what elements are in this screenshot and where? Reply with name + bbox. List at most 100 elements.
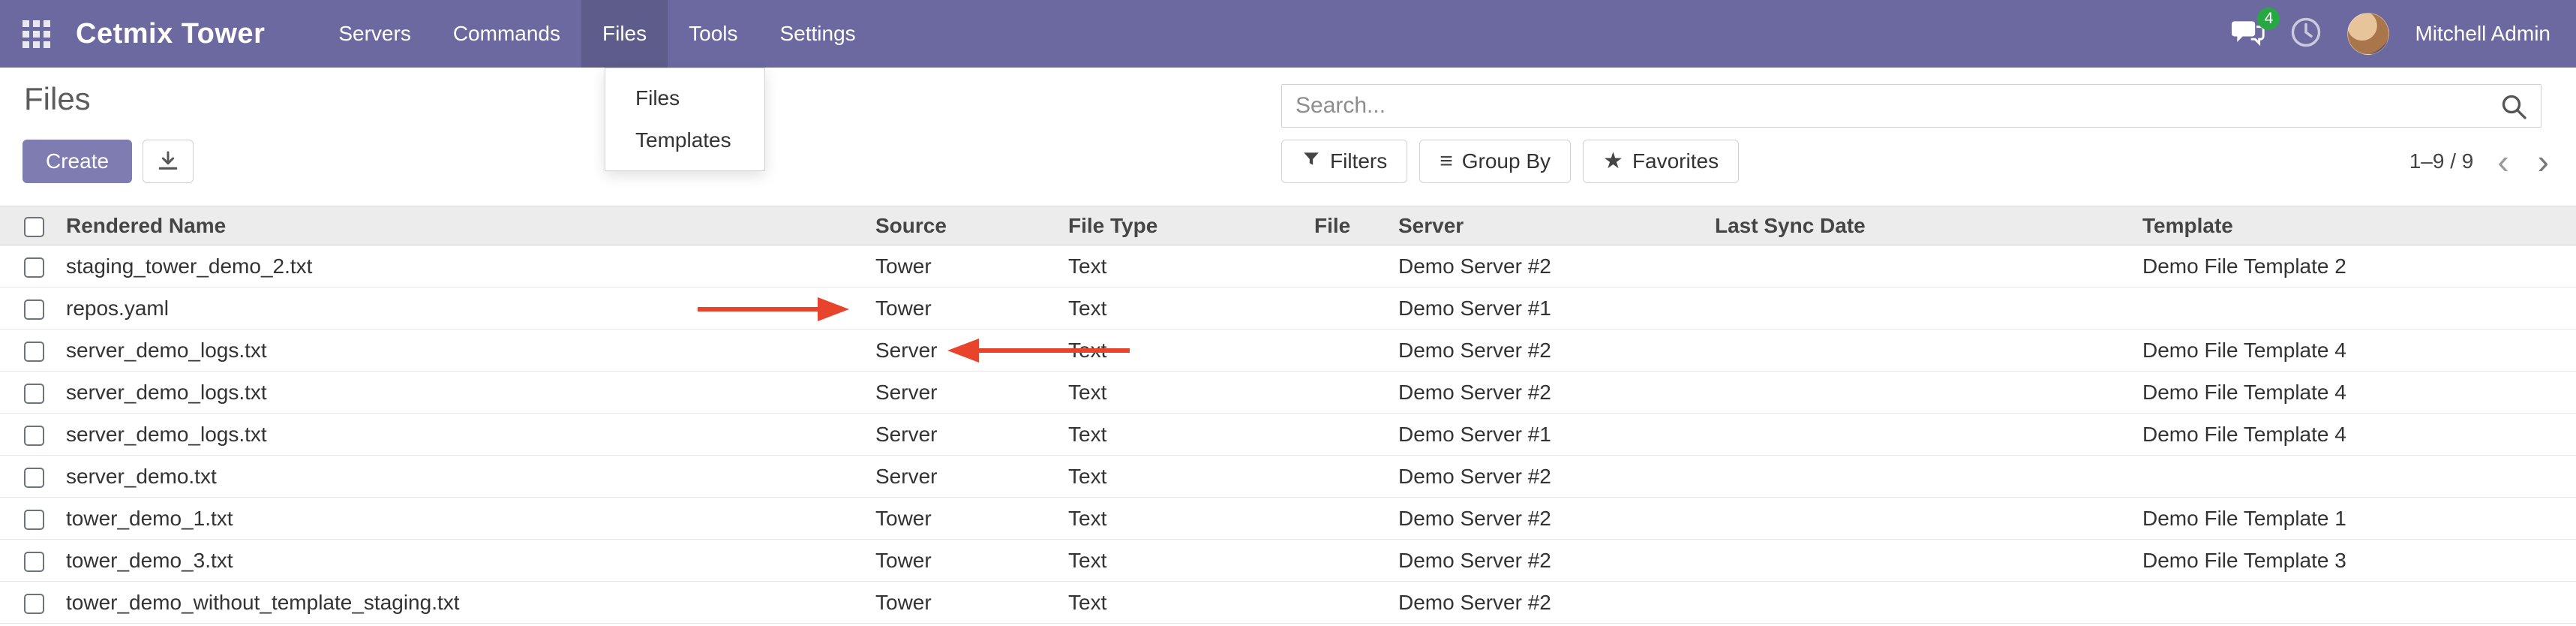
row-checkbox[interactable]: [24, 257, 44, 278]
menu-settings[interactable]: Settings: [759, 0, 877, 68]
cell-source[interactable]: Server: [875, 456, 1068, 498]
pager-next-button[interactable]: ›: [2533, 144, 2553, 179]
table-row[interactable]: server_demo_logs.txt Server Text Demo Se…: [0, 372, 2576, 414]
select-all-checkbox[interactable]: [24, 217, 44, 237]
cell-last-sync-date[interactable]: [1715, 287, 2142, 330]
filters-button[interactable]: Filters: [1281, 140, 1407, 183]
cell-rendered-name[interactable]: tower_demo_3.txt: [66, 540, 875, 582]
row-checkbox[interactable]: [24, 342, 44, 362]
cell-server[interactable]: Demo Server #2: [1398, 498, 1715, 540]
cell-file[interactable]: [1314, 330, 1398, 372]
cell-template[interactable]: Demo File Template 4: [2142, 372, 2576, 414]
cell-file[interactable]: [1314, 372, 1398, 414]
table-row[interactable]: tower_demo_1.txt Tower Text Demo Server …: [0, 498, 2576, 540]
row-checkbox[interactable]: [24, 468, 44, 488]
messages-icon[interactable]: 4: [2232, 18, 2265, 50]
dropdown-item-templates[interactable]: Templates: [605, 119, 764, 161]
row-checkbox[interactable]: [24, 384, 44, 404]
cell-server[interactable]: Demo Server #1: [1398, 414, 1715, 456]
cell-server[interactable]: Demo Server #2: [1398, 245, 1715, 287]
cell-last-sync-date[interactable]: [1715, 330, 2142, 372]
cell-file[interactable]: [1314, 287, 1398, 330]
cell-file-type[interactable]: Text: [1068, 245, 1314, 287]
cell-file[interactable]: [1314, 540, 1398, 582]
cell-template[interactable]: [2142, 287, 2576, 330]
cell-source[interactable]: Server: [875, 414, 1068, 456]
activity-clock-icon[interactable]: [2290, 17, 2322, 52]
apps-grid-icon[interactable]: [23, 20, 50, 48]
cell-server[interactable]: Demo Server #1: [1398, 287, 1715, 330]
dropdown-item-files[interactable]: Files: [605, 77, 764, 119]
cell-file-type[interactable]: Text: [1068, 372, 1314, 414]
search-input[interactable]: [1282, 85, 2541, 127]
menu-tools[interactable]: Tools: [668, 0, 758, 68]
row-checkbox[interactable]: [24, 594, 44, 614]
table-row[interactable]: repos.yaml Tower Text Demo Server #1: [0, 287, 2576, 330]
cell-source[interactable]: Tower: [875, 582, 1068, 624]
cell-file-type[interactable]: Text: [1068, 287, 1314, 330]
cell-template[interactable]: Demo File Template 4: [2142, 414, 2576, 456]
row-checkbox[interactable]: [24, 552, 44, 572]
cell-rendered-name[interactable]: server_demo.txt: [66, 456, 875, 498]
user-name[interactable]: Mitchell Admin: [2415, 22, 2550, 46]
cell-file[interactable]: [1314, 582, 1398, 624]
cell-source[interactable]: Server: [875, 372, 1068, 414]
cell-source[interactable]: Tower: [875, 498, 1068, 540]
column-template[interactable]: Template: [2142, 206, 2576, 245]
brand-title[interactable]: Cetmix Tower: [76, 18, 265, 50]
column-last-sync-date[interactable]: Last Sync Date: [1715, 206, 2142, 245]
cell-last-sync-date[interactable]: [1715, 540, 2142, 582]
cell-file[interactable]: [1314, 414, 1398, 456]
cell-file-type[interactable]: Text: [1068, 582, 1314, 624]
cell-file-type[interactable]: Text: [1068, 498, 1314, 540]
cell-server[interactable]: Demo Server #2: [1398, 330, 1715, 372]
cell-source[interactable]: Server: [875, 330, 1068, 372]
column-file-type[interactable]: File Type: [1068, 206, 1314, 245]
cell-template[interactable]: Demo File Template 4: [2142, 330, 2576, 372]
cell-template[interactable]: Demo File Template 3: [2142, 540, 2576, 582]
cell-last-sync-date[interactable]: [1715, 498, 2142, 540]
cell-server[interactable]: Demo Server #2: [1398, 456, 1715, 498]
cell-file[interactable]: [1314, 456, 1398, 498]
user-avatar[interactable]: [2347, 13, 2389, 55]
cell-last-sync-date[interactable]: [1715, 372, 2142, 414]
cell-last-sync-date[interactable]: [1715, 245, 2142, 287]
menu-commands[interactable]: Commands: [432, 0, 581, 68]
cell-file[interactable]: [1314, 245, 1398, 287]
favorites-button[interactable]: ★ Favorites: [1583, 140, 1739, 183]
table-row[interactable]: server_demo_logs.txt Server Text Demo Se…: [0, 330, 2576, 372]
column-file[interactable]: File: [1314, 206, 1398, 245]
column-server[interactable]: Server: [1398, 206, 1715, 245]
row-checkbox[interactable]: [24, 510, 44, 530]
cell-source[interactable]: Tower: [875, 540, 1068, 582]
cell-source[interactable]: Tower: [875, 287, 1068, 330]
cell-file[interactable]: [1314, 498, 1398, 540]
cell-rendered-name[interactable]: server_demo_logs.txt: [66, 414, 875, 456]
cell-rendered-name[interactable]: server_demo_logs.txt: [66, 372, 875, 414]
cell-last-sync-date[interactable]: [1715, 456, 2142, 498]
table-row[interactable]: server_demo.txt Server Text Demo Server …: [0, 456, 2576, 498]
cell-source[interactable]: Tower: [875, 245, 1068, 287]
cell-rendered-name[interactable]: staging_tower_demo_2.txt: [66, 245, 875, 287]
cell-template[interactable]: Demo File Template 1: [2142, 498, 2576, 540]
create-button[interactable]: Create: [23, 140, 132, 183]
pager-previous-button[interactable]: ‹: [2493, 144, 2513, 179]
table-row[interactable]: tower_demo_3.txt Tower Text Demo Server …: [0, 540, 2576, 582]
cell-template[interactable]: [2142, 456, 2576, 498]
table-row[interactable]: staging_tower_demo_2.txt Tower Text Demo…: [0, 245, 2576, 287]
cell-last-sync-date[interactable]: [1715, 582, 2142, 624]
cell-rendered-name[interactable]: tower_demo_without_template_staging.txt: [66, 582, 875, 624]
cell-file-type[interactable]: Text: [1068, 456, 1314, 498]
cell-rendered-name[interactable]: repos.yaml: [66, 287, 875, 330]
cell-template[interactable]: [2142, 582, 2576, 624]
cell-file-type[interactable]: Text: [1068, 540, 1314, 582]
cell-rendered-name[interactable]: tower_demo_1.txt: [66, 498, 875, 540]
cell-server[interactable]: Demo Server #2: [1398, 582, 1715, 624]
cell-last-sync-date[interactable]: [1715, 414, 2142, 456]
menu-servers[interactable]: Servers: [317, 0, 431, 68]
search-icon[interactable]: [2500, 93, 2527, 124]
export-download-button[interactable]: [143, 140, 194, 183]
group-by-button[interactable]: ≡ Group By: [1419, 140, 1571, 183]
cell-server[interactable]: Demo Server #2: [1398, 372, 1715, 414]
row-checkbox[interactable]: [24, 299, 44, 320]
